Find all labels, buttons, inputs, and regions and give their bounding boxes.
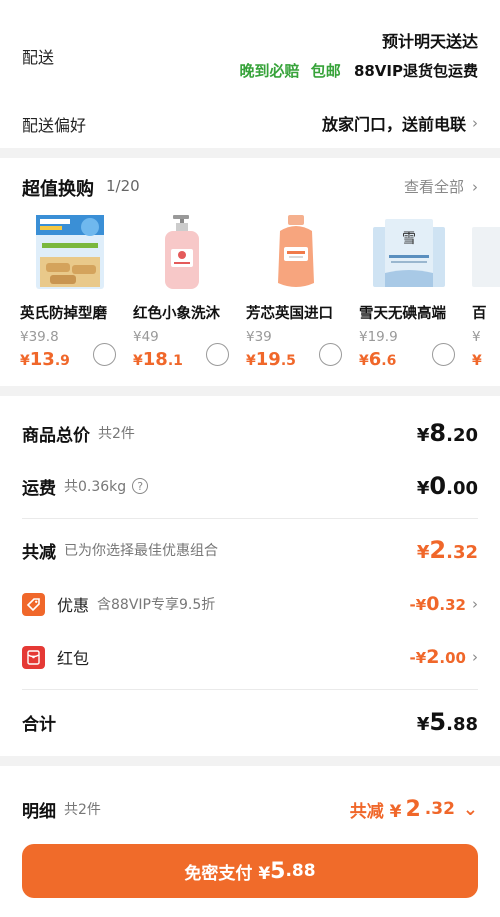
product-name: 雪天无碘高端 xyxy=(359,306,446,322)
total-reduction-label: 共减 xyxy=(22,542,56,563)
product-original-price: ¥ xyxy=(472,329,481,345)
product-name: 红色小象洗沐 xyxy=(133,306,220,322)
pay-button[interactable]: 免密支付 ¥5.88 xyxy=(22,844,478,898)
delivery-label: 配送 xyxy=(22,48,55,67)
tag-vip-return: 88VIP退货包运费 xyxy=(353,62,478,80)
product-select-radio[interactable] xyxy=(319,343,342,366)
salt-packets-icon: 雪 xyxy=(373,219,445,287)
tag-late-compensation: 晚到必赔 xyxy=(239,62,300,80)
detail-row[interactable]: 明细 共2件 共减 ¥2.32 ⌄ xyxy=(22,794,478,824)
goods-total-amount: ¥8.20 xyxy=(416,419,478,447)
delivery-card: 配送 预计明天送达 晚到必赔 包邮 88VIP退货包运费 配送偏好 放家门口，送… xyxy=(0,0,500,148)
product-price: ¥19.5 xyxy=(246,349,296,370)
tag-free-shipping: 包邮 xyxy=(310,62,341,80)
exchange-title: 超值换购 xyxy=(22,179,94,200)
teether-biscuit-box-icon xyxy=(36,215,104,289)
divider xyxy=(22,518,478,519)
grand-total-row: 合计 ¥5.88 xyxy=(22,707,478,737)
delivery-pref-value: 放家门口，送前电联 xyxy=(321,115,466,134)
grand-total-amount: ¥5.88 xyxy=(416,708,478,736)
orange-wash-bottle-icon xyxy=(278,215,314,287)
coupon-amount: -¥0.32 › xyxy=(409,593,478,615)
shipping-amount: ¥0.00 xyxy=(416,472,478,500)
coupon-note: 含88VIP专享9.5折 xyxy=(97,597,216,613)
product-select-radio[interactable] xyxy=(432,343,455,366)
goods-count: 共2件 xyxy=(98,426,135,442)
delivery-tags: 晚到必赔 包邮 88VIP退货包运费 xyxy=(233,60,478,81)
delivery-pref-label: 配送偏好 xyxy=(22,116,87,135)
product-original-price: ¥39.8 xyxy=(20,329,59,345)
exchange-card: 超值换购 1/20 查看全部 › 英氏防掉型磨 ¥39.8 ¥13.9 红色小象… xyxy=(0,158,500,386)
red-packet-icon xyxy=(22,645,45,669)
delivery-pref-selector[interactable]: 放家门口，送前电联 › xyxy=(322,111,478,135)
red-packet-amount: -¥2.00 › xyxy=(409,646,478,668)
product-price: ¥18.1 xyxy=(133,349,183,370)
detail-count: 共2件 xyxy=(64,802,101,818)
coupon-tag-icon xyxy=(22,592,45,616)
chevron-right-icon: › xyxy=(472,177,478,196)
coupon-row[interactable]: 优惠 含88VIP专享9.5折 -¥0.32 › xyxy=(22,589,478,619)
detail-reduction: 共减 ¥2.32 ⌄ xyxy=(349,796,478,822)
product-name: 英氏防掉型磨 xyxy=(20,306,107,322)
total-reduction-row: 共减 已为你选择最佳优惠组合 ¥2.32 xyxy=(22,535,478,565)
expand-down-icon[interactable]: ⌄ xyxy=(463,799,478,820)
product-select-radio[interactable] xyxy=(206,343,229,366)
order-summary-card: 商品总价 共2件 ¥8.20 运费 共0.36kg ? ¥0.00 共减 已为你… xyxy=(0,396,500,756)
goods-total-row: 商品总价 共2件 ¥8.20 xyxy=(22,418,478,448)
shipping-row: 运费 共0.36kg ? ¥0.00 xyxy=(22,471,478,501)
exchange-count: 1/20 xyxy=(106,177,140,195)
product-original-price: ¥49 xyxy=(133,329,159,345)
chevron-right-icon: › xyxy=(472,114,478,132)
grand-total-label: 合计 xyxy=(22,714,56,735)
product-name: 芳芯英国进口 xyxy=(246,306,333,322)
delivery-info: 预计明天送达 晚到必赔 包邮 88VIP退货包运费 xyxy=(233,28,478,81)
shipping-label: 运费 xyxy=(22,478,56,499)
detail-label: 明细 xyxy=(22,801,56,822)
view-all-link[interactable]: 查看全部 › xyxy=(404,176,478,197)
product-price: ¥13.9 xyxy=(20,349,70,370)
info-icon[interactable]: ? xyxy=(132,478,149,494)
product-carousel[interactable]: 英氏防掉型磨 ¥39.8 ¥13.9 红色小象洗沐 ¥49 ¥18.1 芳芯英国… xyxy=(20,213,500,373)
product-name: 百 xyxy=(472,306,487,322)
product-price: ¥6.6 xyxy=(359,349,397,370)
total-reduction-note: 已为你选择最佳优惠组合 xyxy=(64,543,218,559)
product-price: ¥ xyxy=(472,353,482,369)
shipping-weight: 共0.36kg xyxy=(64,479,127,495)
partial-product-icon xyxy=(472,227,500,287)
delivery-date: 预计明天送达 xyxy=(381,32,478,51)
pink-pump-bottle-icon xyxy=(165,215,199,289)
product-original-price: ¥19.9 xyxy=(359,329,398,345)
goods-total-label: 商品总价 xyxy=(22,425,90,446)
view-all-label: 查看全部 xyxy=(403,178,464,196)
divider xyxy=(22,689,478,690)
chevron-right-icon: › xyxy=(472,595,478,613)
red-packet-row[interactable]: 红包 -¥2.00 › xyxy=(22,642,478,672)
chevron-right-icon: › xyxy=(472,648,478,666)
red-packet-label: 红包 xyxy=(57,649,90,668)
product-original-price: ¥39 xyxy=(246,329,272,345)
checkout-bar: 明细 共2件 共减 ¥2.32 ⌄ 免密支付 ¥5.88 xyxy=(0,766,500,917)
svg-text:雪: 雪 xyxy=(402,231,416,247)
product-select-radio[interactable] xyxy=(93,343,116,366)
total-reduction-amount: ¥2.32 xyxy=(416,536,478,564)
coupon-label: 优惠 xyxy=(57,596,90,615)
